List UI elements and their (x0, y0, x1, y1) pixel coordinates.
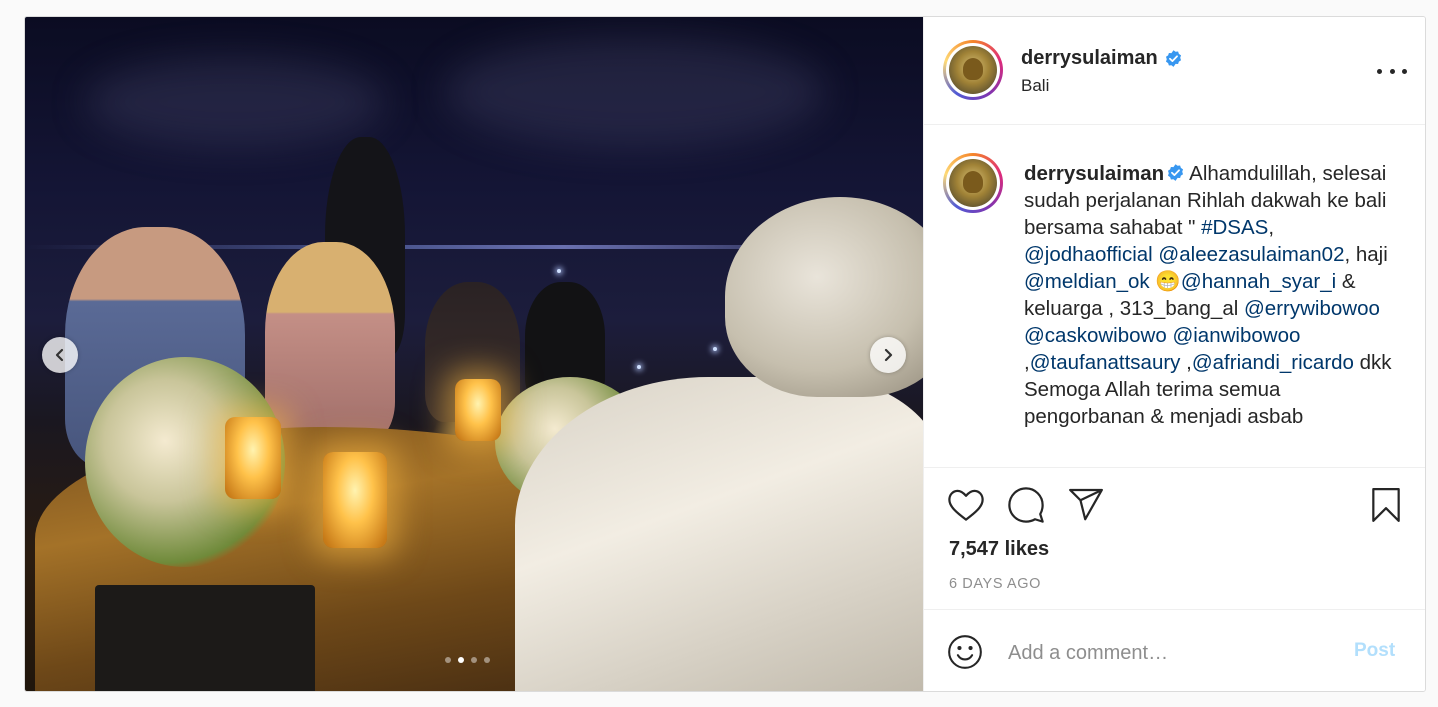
carousel-indicator (445, 657, 490, 663)
post-actions: 7,547 likes 6 DAYS AGO (924, 467, 1425, 609)
save-button[interactable] (1366, 485, 1406, 525)
paper-plane-icon (1069, 488, 1103, 521)
caption-text: , haji (1344, 243, 1388, 266)
caption-tag-link[interactable]: @ianwibowoo (1172, 324, 1300, 347)
person-robe (515, 377, 923, 691)
cloud (445, 37, 825, 147)
caption-tag-link[interactable]: @caskowibowo (1024, 324, 1167, 347)
share-button[interactable] (1066, 485, 1106, 525)
caption-tag-link[interactable]: @hannah_syar_i (1181, 270, 1336, 293)
person-silhouette (265, 242, 395, 442)
emoji-button[interactable] (946, 633, 986, 673)
post-header: derrysulaiman Bali (924, 17, 1425, 125)
like-button[interactable] (946, 485, 986, 525)
avatar-border (946, 156, 1000, 210)
comment-input[interactable] (1008, 636, 1338, 670)
caption-text: , (1268, 216, 1275, 239)
carousel-dot (445, 657, 451, 663)
avatar-image (949, 46, 997, 94)
instagram-post: derrysulaiman Bali derrysulaiman Alhamdu… (24, 16, 1426, 692)
caption-tag-link[interactable]: @jodhaofficial (1024, 243, 1153, 266)
username-text[interactable]: derrysulaiman (1021, 47, 1158, 70)
light-dot (637, 365, 641, 369)
smiley-icon (948, 635, 982, 669)
candle-lantern (323, 452, 387, 548)
caption-tag-link[interactable]: @aleezasulaiman02 (1158, 243, 1344, 266)
tissue-box (95, 585, 315, 691)
carousel-dot (484, 657, 490, 663)
candle-lantern (455, 379, 501, 441)
comment-button[interactable] (1006, 485, 1046, 525)
caption-avatar[interactable] (943, 153, 1003, 213)
caption-tag-link[interactable]: @taufanattsaury (1030, 351, 1181, 374)
comment-bar: Post (924, 609, 1425, 691)
caption-tag-link[interactable]: #DSAS (1201, 216, 1268, 239)
more-options-icon (1402, 68, 1407, 74)
carousel-dot-active (458, 657, 464, 663)
caption-body: Alhamdulillah, selesai sudah perjalanan … (1024, 162, 1392, 428)
comment-bubble-icon (1008, 487, 1044, 523)
caption-text: 😁 (1149, 270, 1181, 293)
heart-icon (948, 489, 984, 521)
caption-area: derrysulaiman Alhamdulillah, selesai sud… (924, 126, 1425, 467)
header-username[interactable]: derrysulaiman (1021, 47, 1183, 70)
light-dot (557, 269, 561, 273)
verified-badge-icon (1168, 164, 1184, 181)
more-options-icon (1389, 68, 1395, 74)
verified-badge-icon (1165, 50, 1181, 67)
bookmark-icon (1372, 488, 1400, 522)
candle-lantern (225, 417, 281, 499)
post-comment-button[interactable]: Post (1354, 640, 1395, 662)
caption-tag-link[interactable]: @meldian_ok (1024, 270, 1150, 293)
light-dot (713, 347, 717, 351)
chevron-left-icon (55, 348, 64, 362)
carousel-prev-button[interactable] (42, 337, 78, 373)
caption-username[interactable]: derrysulaiman (1024, 162, 1164, 185)
caption-tag-link[interactable]: @errywibowoo (1244, 297, 1380, 320)
avatar-image (949, 159, 997, 207)
cloud (85, 57, 385, 147)
chevron-right-icon (884, 348, 893, 362)
carousel-next-button[interactable] (870, 337, 906, 373)
caption-text: , (1180, 351, 1192, 374)
carousel-dot (471, 657, 477, 663)
post-photo[interactable] (25, 17, 923, 691)
post-location[interactable]: Bali (1021, 76, 1049, 96)
post-caption: derrysulaiman Alhamdulillah, selesai sud… (1024, 160, 1404, 430)
more-options-button[interactable] (1377, 62, 1407, 80)
post-timestamp[interactable]: 6 DAYS AGO (949, 576, 1041, 592)
likes-count[interactable]: 7,547 likes (949, 538, 1049, 561)
more-options-icon (1377, 68, 1382, 74)
avatar[interactable] (943, 40, 1003, 100)
avatar-border (946, 43, 1000, 97)
post-side-panel: derrysulaiman Bali derrysulaiman Alhamdu… (923, 17, 1425, 691)
caption-tag-link[interactable]: @afriandi_ricardo (1192, 351, 1354, 374)
